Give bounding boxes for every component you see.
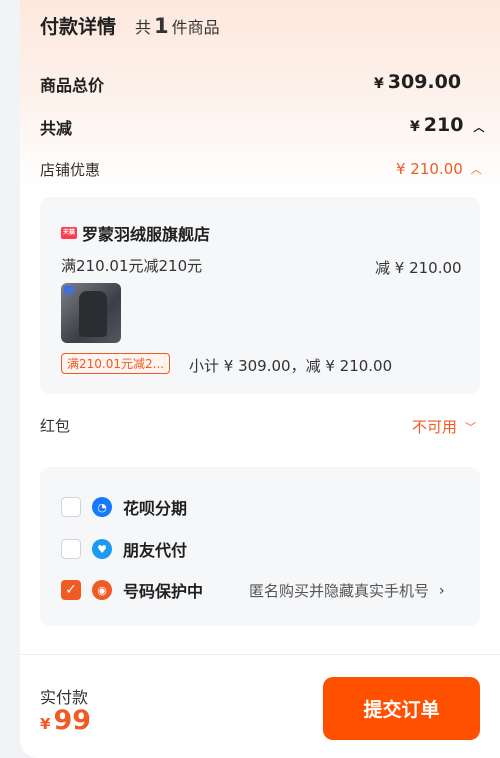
chevron-up-icon: ︿ [470, 163, 482, 176]
option-friend-pay[interactable]: ♥ 朋友代付 [61, 537, 187, 561]
total-amount: 309.00 [387, 71, 462, 93]
huabei-label: 花呗分期 [123, 499, 188, 518]
total-currency: ¥ [374, 76, 384, 92]
discount-currency: ¥ [410, 119, 420, 135]
shop-discount-label: 店铺优惠 [40, 161, 101, 179]
down-jacket-image [79, 291, 107, 337]
chevron-down-icon: ﹀ [465, 420, 477, 434]
pay-amount: ¥ 99 [40, 705, 91, 736]
product-thumbnail[interactable] [61, 283, 121, 343]
pay-currency: ¥ [40, 715, 51, 733]
product-badge-icon [64, 286, 74, 294]
friend-pay-checkbox[interactable] [61, 539, 81, 559]
shop-header: 天猫 罗蒙羽绒服旗舰店 [61, 221, 210, 245]
item-count: 共 1 件商品 [135, 14, 220, 38]
sheet-title: 付款详情 [40, 16, 117, 38]
friend-pay-label: 朋友代付 [123, 541, 188, 560]
tmall-icon: 天猫 [61, 227, 77, 239]
promo-tag[interactable]: 满210.01元减2... [61, 353, 171, 374]
shop-discount-value: ¥ 210.00 [396, 160, 463, 178]
discount-label: 共减 [40, 119, 73, 138]
option-huabei[interactable]: ◔ 花呗分期 [61, 495, 187, 519]
huabei-checkbox[interactable] [61, 497, 81, 517]
submit-order-button[interactable]: 提交订单 [323, 677, 480, 740]
chevron-right-icon: › [439, 582, 445, 599]
red-packet-selector[interactable]: 不可用 ﹀ [412, 416, 476, 437]
huabei-icon: ◔ [92, 497, 112, 517]
shop-discount-toggle[interactable]: ¥ 210.00 ︿ [396, 160, 482, 178]
chevron-up-icon: ︿ [473, 121, 485, 134]
footer-divider [20, 654, 500, 655]
option-number-protection[interactable]: ✓ ◉ 号码保护中 [61, 578, 203, 602]
total-price-value: ¥ 309.00 [374, 71, 461, 93]
red-packet-label: 红包 [40, 417, 71, 435]
item-count-prefix: 共 [135, 18, 152, 37]
discount-amount: 210 [423, 114, 464, 136]
shop-rule-value: 减 ¥ 210.00 [375, 259, 462, 277]
shield-icon: ◉ [92, 580, 112, 600]
number-protection-checkbox[interactable]: ✓ [61, 580, 81, 600]
red-packet-value: 不可用 [412, 418, 458, 436]
pay-amount-value: 99 [53, 705, 92, 736]
item-count-suffix: 件商品 [171, 18, 220, 37]
friend-pay-icon: ♥ [92, 539, 112, 559]
shop-subtotal: 小计 ¥ 309.00，减 ¥ 210.00 [189, 357, 393, 375]
item-count-number: 1 [154, 14, 169, 38]
number-protection-label: 号码保护中 [123, 582, 204, 601]
discount-toggle[interactable]: ¥ 210 ︿ [410, 114, 484, 136]
shop-name: 罗蒙羽绒服旗舰店 [82, 225, 211, 244]
total-price-label: 商品总价 [40, 76, 105, 95]
shop-discount-rule: 满210.01元减210元 [61, 257, 203, 275]
number-protection-note[interactable]: 匿名购买并隐藏真实手机号 › [249, 580, 445, 601]
number-protection-note-text: 匿名购买并隐藏真实手机号 [249, 582, 430, 600]
